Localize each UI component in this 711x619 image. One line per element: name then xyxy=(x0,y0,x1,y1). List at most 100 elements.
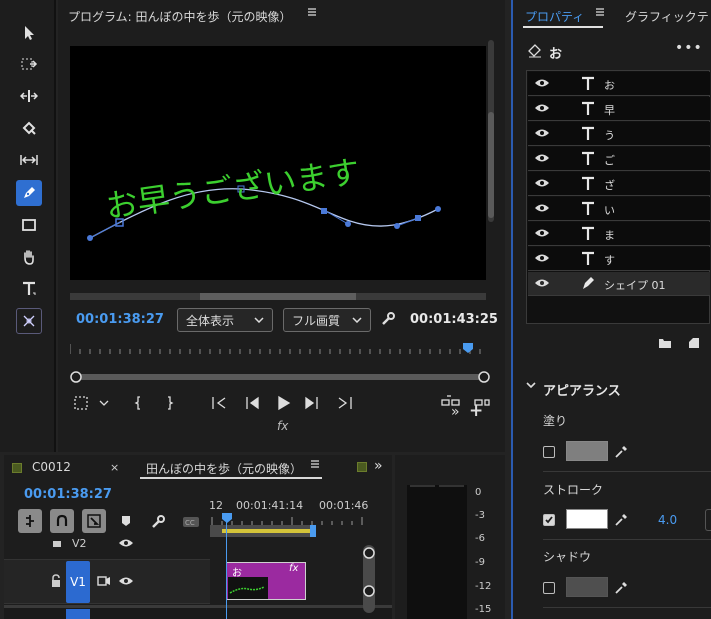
marker-icon[interactable] xyxy=(121,515,131,527)
eyedropper-icon[interactable] xyxy=(613,580,629,596)
chevron-down-icon[interactable] xyxy=(525,380,537,390)
lock-icon[interactable] xyxy=(52,539,62,547)
program-menu-icon[interactable] xyxy=(307,7,317,17)
layer-name: ざ xyxy=(604,179,615,192)
selection-tool-icon[interactable] xyxy=(16,20,42,46)
rectangle-tool-icon[interactable] xyxy=(16,212,42,238)
svg-text:CC: CC xyxy=(185,519,195,527)
layer-row[interactable]: う xyxy=(528,122,710,146)
eyedropper-icon[interactable] xyxy=(613,512,629,528)
video-preview[interactable]: お早うございます xyxy=(70,46,486,280)
eye-icon[interactable] xyxy=(534,153,550,163)
eye-icon[interactable] xyxy=(534,78,550,88)
eyedropper-icon[interactable] xyxy=(613,444,629,460)
timeline-playhead-line[interactable] xyxy=(226,513,227,619)
eye-icon[interactable] xyxy=(534,278,550,288)
quality-select[interactable]: フル画質 xyxy=(283,308,371,332)
vertical-scroll-thumb[interactable] xyxy=(488,112,494,218)
lock-icon[interactable] xyxy=(50,574,62,588)
out-point-handle[interactable] xyxy=(310,525,316,537)
stroke-width-value[interactable]: 4.0 xyxy=(658,513,677,527)
tab-properties[interactable]: プロパティ xyxy=(525,8,584,25)
type-tool-icon[interactable] xyxy=(16,276,42,302)
transport-controls xyxy=(74,395,490,411)
playhead-marker[interactable] xyxy=(463,343,473,353)
in-out-range[interactable] xyxy=(222,529,312,533)
playhead-timecode[interactable]: 00:01:38:27 xyxy=(76,312,164,327)
properties-menu-icon[interactable] xyxy=(595,7,605,17)
layer-row[interactable]: ま xyxy=(528,222,710,246)
eye-icon[interactable] xyxy=(118,538,134,548)
pen-tool-icon[interactable] xyxy=(16,180,42,206)
zoom-scroll-bar[interactable] xyxy=(70,371,490,383)
stroke-type-select[interactable] xyxy=(705,509,711,531)
eye-icon[interactable] xyxy=(118,576,134,586)
settings-wrench-icon[interactable] xyxy=(380,311,396,327)
layer-row-shape[interactable]: シェイプ 01 xyxy=(528,272,710,296)
pen-shape-icon xyxy=(583,277,594,289)
layer-name: う xyxy=(604,129,615,142)
track-target-a1[interactable] xyxy=(66,609,90,619)
scroll-handle-bottom[interactable] xyxy=(362,584,376,598)
tab-sequence-c0012[interactable]: C0012 xyxy=(32,460,71,474)
shadow-checkbox[interactable] xyxy=(543,582,555,594)
tab-sequence-active[interactable]: 田んぼの中を歩（元の映像） xyxy=(146,460,302,477)
new-layer-icon[interactable] xyxy=(688,337,700,349)
stroke-color-swatch[interactable] xyxy=(566,509,608,529)
program-monitor-title[interactable]: プログラム: 田んぼの中を歩（元の映像） xyxy=(68,8,292,25)
eye-icon[interactable] xyxy=(534,128,550,138)
time-ruler[interactable] xyxy=(70,340,486,356)
track-select-tool-icon[interactable] xyxy=(16,51,42,77)
sequence-color-label xyxy=(12,463,22,473)
timeline-timecode[interactable]: 00:01:38:27 xyxy=(24,487,112,502)
graphic-clip[interactable]: お fx xyxy=(226,562,306,600)
slip-tool-icon[interactable] xyxy=(16,147,42,173)
shadow-color-swatch[interactable] xyxy=(566,577,608,597)
ripple-edit-tool-icon[interactable] xyxy=(16,83,42,109)
captions-icon[interactable]: CC xyxy=(182,516,200,528)
eye-icon[interactable] xyxy=(534,103,550,113)
appearance-section-title[interactable]: アピアランス xyxy=(543,380,621,399)
layer-row[interactable]: 早 xyxy=(528,97,710,121)
eye-icon[interactable] xyxy=(534,253,550,263)
scroll-handle-top[interactable] xyxy=(362,546,376,560)
layer-row[interactable]: ご xyxy=(528,147,710,171)
remix-tool-icon[interactable] xyxy=(16,308,42,334)
clip-fx-badge: fx xyxy=(289,563,299,574)
track-target-v1[interactable]: V1 xyxy=(66,561,90,603)
eye-icon[interactable] xyxy=(534,228,550,238)
timeline-ruler[interactable] xyxy=(210,513,370,525)
audio-meter-panel: 0 -3 -6 -9 -12 -15 xyxy=(395,455,505,619)
insert-sequence-button[interactable] xyxy=(82,509,106,533)
horizontal-scroll-thumb[interactable] xyxy=(200,293,356,300)
razor-tool-icon[interactable] xyxy=(16,115,42,141)
more-controls-icon[interactable]: » xyxy=(451,404,460,420)
timeline-menu-icon[interactable] xyxy=(310,459,320,469)
more-panels-icon[interactable]: » xyxy=(374,458,383,474)
sync-lock-icon[interactable] xyxy=(97,575,111,587)
tools-panel xyxy=(0,0,56,452)
snap-toggle-button[interactable] xyxy=(18,509,42,533)
wrench-icon[interactable] xyxy=(150,514,166,530)
folder-icon[interactable] xyxy=(658,337,672,349)
eye-icon[interactable] xyxy=(534,178,550,188)
tab-graphics-templates[interactable]: グラフィックテ xyxy=(625,8,709,25)
close-icon[interactable]: × xyxy=(110,461,119,474)
hand-tool-icon[interactable] xyxy=(16,244,42,270)
fill-checkbox[interactable] xyxy=(543,446,555,458)
text-layer-icon xyxy=(582,151,594,165)
track-label-v2[interactable]: V2 xyxy=(72,537,87,550)
linked-selection-button[interactable] xyxy=(50,509,74,533)
layer-row[interactable]: い xyxy=(528,197,710,221)
layer-row[interactable]: す xyxy=(528,247,710,271)
stroke-checkbox[interactable] xyxy=(543,514,555,526)
chevron-down-icon xyxy=(352,317,362,323)
add-button-icon[interactable]: + xyxy=(469,401,483,421)
eye-icon[interactable] xyxy=(534,203,550,213)
layer-row[interactable]: ざ xyxy=(528,172,710,196)
meter-label: -3 xyxy=(475,510,485,521)
layer-row[interactable]: お xyxy=(528,72,710,96)
zoom-select[interactable]: 全体表示 xyxy=(177,308,273,332)
more-options-icon[interactable]: ••• xyxy=(675,40,703,56)
fill-color-swatch[interactable] xyxy=(566,441,608,461)
